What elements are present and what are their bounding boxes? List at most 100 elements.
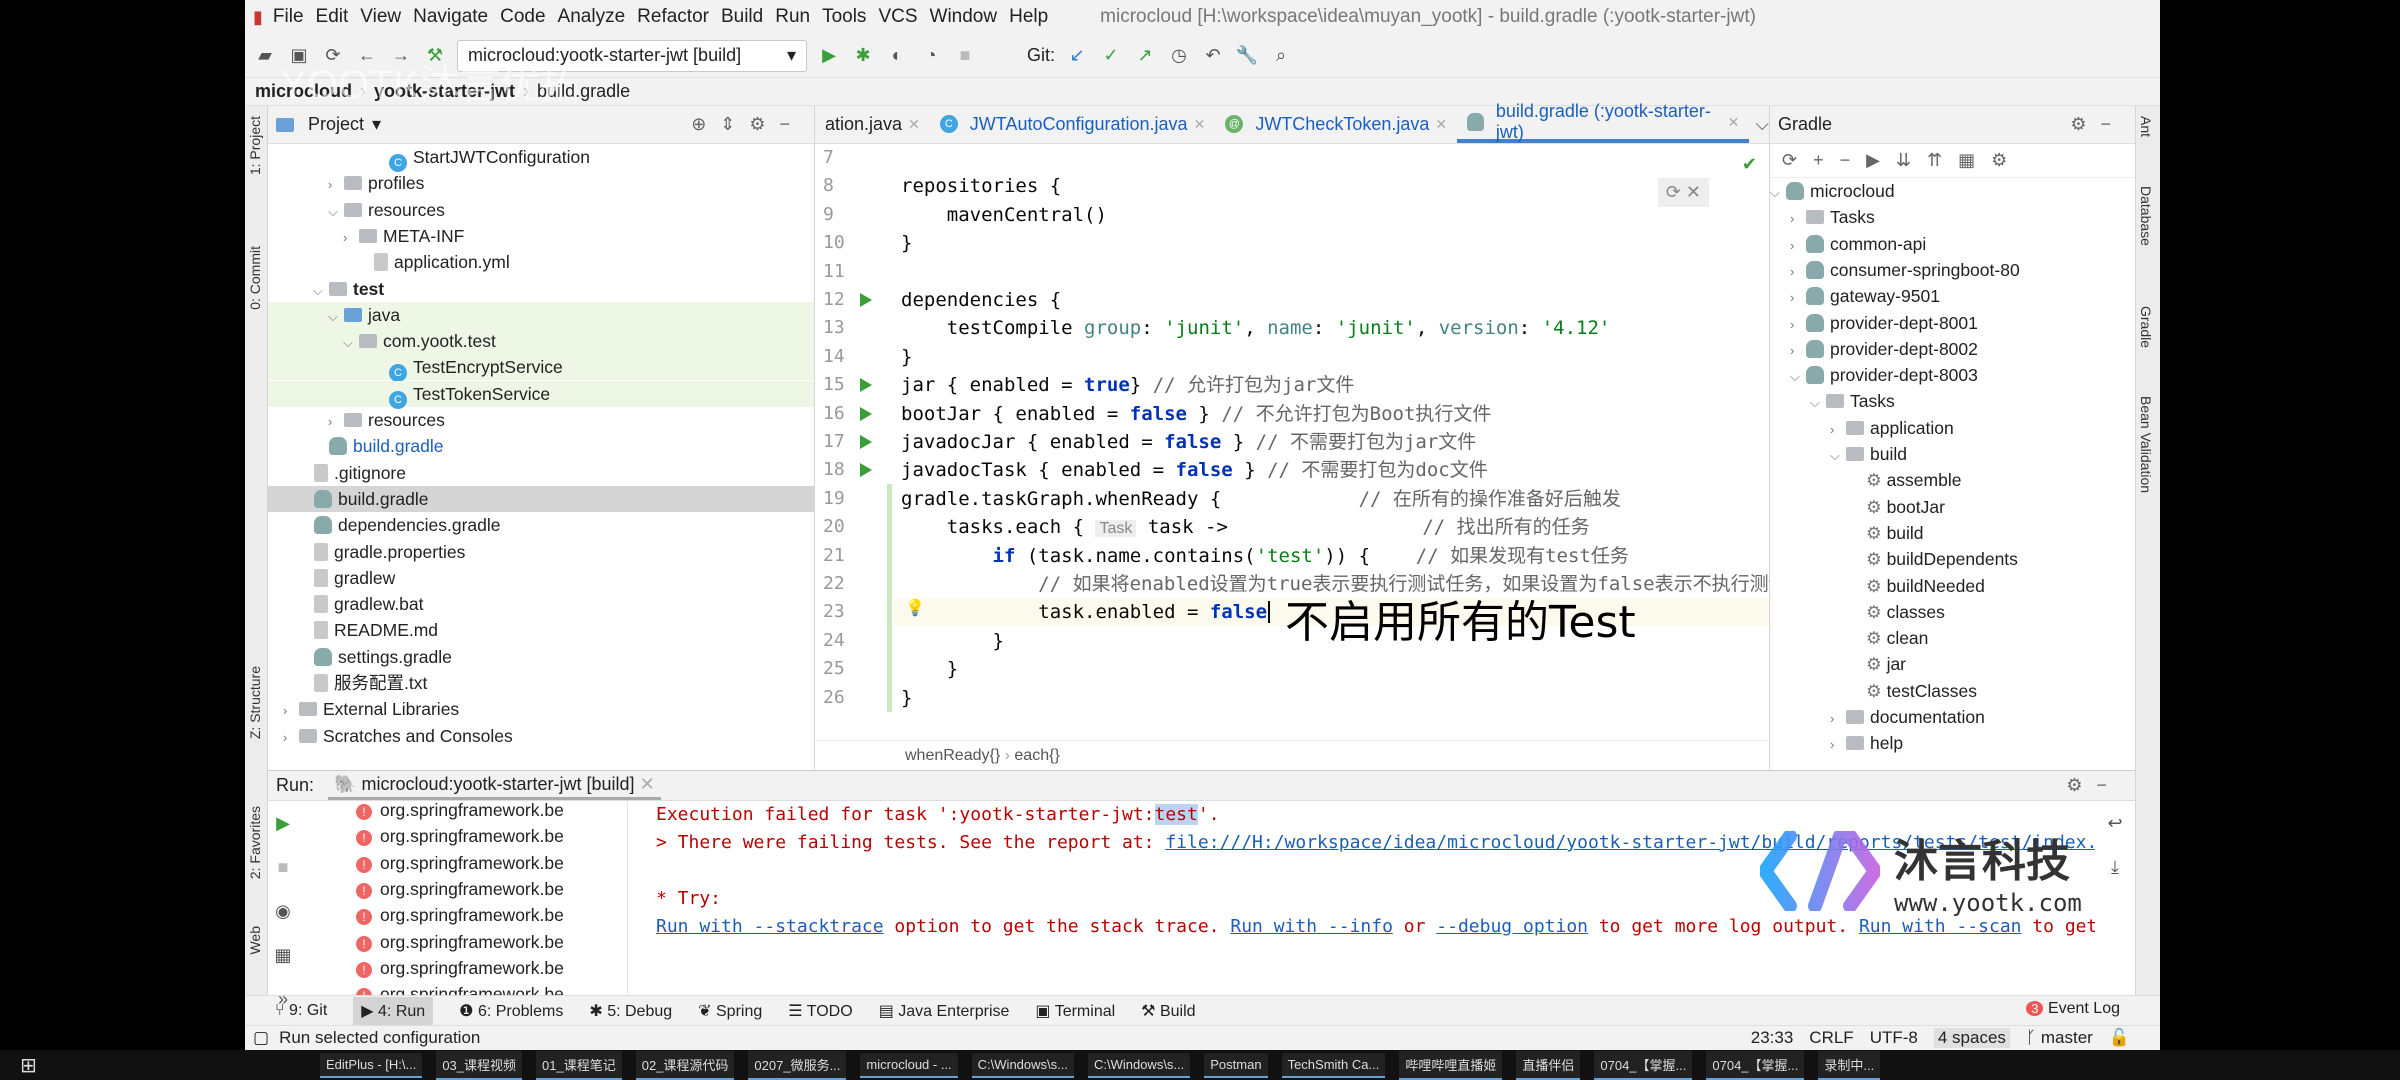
right-tool-2[interactable]: Gradle — [2138, 306, 2154, 348]
chevron-right-icon[interactable]: › — [1790, 312, 1806, 338]
chevron-right-icon[interactable]: › — [1830, 417, 1846, 443]
git-commit-icon[interactable]: ✓ — [1099, 45, 1123, 66]
chevron-down-icon[interactable]: ⌵ — [328, 304, 344, 330]
stacktrace-link[interactable]: Run with --stacktrace — [656, 916, 884, 937]
build-hammer-icon[interactable]: ⚒ — [423, 45, 447, 66]
chevron-down-icon[interactable]: ⌵ — [313, 278, 329, 304]
coverage-icon[interactable]: ◐ — [885, 45, 909, 66]
editor-tab[interactable]: ation.java ✕ — [815, 105, 930, 143]
tree-item[interactable]: ⌵ build — [1770, 441, 2135, 467]
test-result-item[interactable]: ! org.springframework.be — [298, 981, 627, 995]
editor-tab[interactable]: @ JWTCheckToken.java ✕ — [1215, 105, 1457, 143]
tool-todo[interactable]: ☰ TODO — [788, 1001, 852, 1021]
sync-icon[interactable]: ⟳ — [321, 45, 345, 66]
right-tool-0[interactable]: Ant — [2138, 116, 2154, 137]
run-gutter-icon[interactable] — [860, 378, 872, 393]
settings-icon[interactable]: ⚙ — [1991, 150, 2007, 171]
tree-item[interactable]: ⚙ buildDependents — [1770, 546, 2135, 572]
menu-refactor[interactable]: Refactor — [637, 6, 709, 28]
tree-item[interactable]: › Scratches and Consoles — [268, 723, 814, 749]
settings-wrench-icon[interactable]: 🔧 — [1235, 45, 1259, 66]
tree-item[interactable]: ⌵ microcloud — [1770, 178, 2135, 204]
git-push-icon[interactable]: ↗ — [1133, 45, 1157, 66]
tree-item[interactable]: ⚙ jar — [1770, 651, 2135, 677]
close-icon[interactable]: ✕ — [640, 774, 655, 794]
chevron-right-icon[interactable]: › — [1830, 732, 1846, 758]
tree-item[interactable]: ⚙ clean — [1770, 625, 2135, 651]
back-icon[interactable]: ← — [355, 45, 379, 66]
view-options-icon[interactable]: ◉ — [268, 889, 298, 933]
run-tab[interactable]: 🐘 microcloud:yootk-starter-jwt [build] ✕ — [328, 772, 661, 800]
menu-run[interactable]: Run — [775, 6, 810, 28]
close-icon[interactable]: ✕ — [1435, 116, 1447, 133]
chevron-down-icon[interactable]: ▾ — [372, 114, 381, 135]
tree-item[interactable]: ⚙ assemble — [1770, 467, 2135, 493]
chevron-right-icon[interactable]: › — [343, 225, 359, 251]
tree-item[interactable]: › META-INF — [268, 223, 814, 249]
taskbar-item[interactable]: 02_课程源代码 — [635, 1050, 735, 1080]
tree-item[interactable]: › profiles — [268, 170, 814, 196]
chevron-down-icon[interactable]: ⌵ — [343, 330, 359, 356]
tree-item[interactable]: ⚙ build — [1770, 520, 2135, 546]
tree-item[interactable]: › documentation — [1770, 704, 2135, 730]
test-result-item[interactable]: ! org.springframework.be — [298, 801, 627, 823]
menu-help[interactable]: Help — [1009, 6, 1048, 28]
tool-java-enterprise[interactable]: ▤ Java Enterprise — [879, 1001, 1010, 1021]
layout-icon[interactable]: ▦ — [268, 933, 298, 977]
menu-tools[interactable]: Tools — [822, 6, 866, 28]
left-tool-0[interactable]: 1: Project — [247, 116, 263, 175]
taskbar-item[interactable]: 01_课程笔记 — [536, 1050, 622, 1080]
run-gutter-icon[interactable] — [860, 463, 872, 478]
tree-item[interactable]: › gateway-9501 — [1770, 283, 2135, 309]
rerun-icon[interactable]: ▶ — [268, 801, 298, 845]
breadcrumb-item[interactable]: yootk-starter-jwt — [374, 81, 515, 102]
save-icon[interactable]: ▣ — [287, 45, 311, 66]
menu-navigate[interactable]: Navigate — [413, 6, 488, 28]
chevron-right-icon[interactable]: › — [1830, 706, 1846, 732]
tree-item[interactable]: C TestTokenService — [268, 380, 814, 409]
tree-item[interactable]: ⚙ classes — [1770, 599, 2135, 625]
tree-item[interactable]: › provider-dept-8001 — [1770, 310, 2135, 336]
tool-terminal[interactable]: ▣ Terminal — [1035, 1001, 1115, 1021]
tree-item[interactable]: README.md — [268, 617, 814, 643]
tree-item[interactable]: › External Libraries — [268, 696, 814, 722]
tree-item[interactable]: dependencies.gradle — [268, 512, 814, 538]
menu-code[interactable]: Code — [500, 6, 545, 28]
tree-item[interactable]: › provider-dept-8002 — [1770, 336, 2135, 362]
tool-git[interactable]: ⑂ 9: Git — [275, 1002, 327, 1020]
status-toggle-icon[interactable]: ▢ — [253, 1028, 269, 1048]
close-icon[interactable]: ✕ — [1728, 114, 1740, 131]
left-tool-1[interactable]: 0: Commit — [247, 246, 263, 310]
taskbar-item[interactable]: Postman — [1204, 1052, 1268, 1078]
right-tool-1[interactable]: Database — [2138, 186, 2154, 246]
test-result-item[interactable]: ! org.springframework.be — [298, 823, 627, 849]
windows-start-icon[interactable]: ⊞ — [20, 1053, 37, 1078]
chevron-right-icon[interactable]: › — [1790, 259, 1806, 285]
chevron-right-icon[interactable]: › — [1790, 338, 1806, 364]
tree-item[interactable]: 服务配置.txt — [268, 670, 814, 696]
tree-item[interactable]: ⌵ resources — [268, 197, 814, 223]
taskbar-item[interactable]: 0207_微服务... — [748, 1050, 847, 1080]
info-link[interactable]: Run with --info — [1230, 916, 1393, 937]
tree-item[interactable]: settings.gradle — [268, 644, 814, 670]
stop-icon[interactable]: ■ — [953, 45, 977, 66]
execute-task-icon[interactable]: ▶ — [1866, 150, 1880, 171]
taskbar-item[interactable]: 直播伴侣 — [1516, 1050, 1581, 1080]
stop-icon[interactable]: ■ — [268, 845, 298, 889]
project-title[interactable]: Project — [308, 114, 364, 135]
git-update-icon[interactable]: ↙ — [1065, 45, 1089, 66]
reload-icon[interactable]: ⟳ — [1782, 150, 1797, 171]
tree-item[interactable]: gradle.properties — [268, 539, 814, 565]
breadcrumb-item[interactable]: build.gradle — [537, 81, 630, 102]
run-config-select[interactable]: microcloud:yootk-starter-jwt [build] ▾ — [457, 39, 807, 72]
lock-icon[interactable]: 🔓 — [2109, 1028, 2130, 1048]
tree-item[interactable]: ⌵ Tasks — [1770, 388, 2135, 414]
left-tool-4[interactable]: Web — [247, 926, 263, 955]
tool-spring[interactable]: ❦ Spring — [698, 1001, 762, 1021]
menu-edit[interactable]: Edit — [316, 6, 349, 28]
left-tool-3[interactable]: 2: Favorites — [247, 806, 263, 879]
tree-item[interactable]: › help — [1770, 730, 2135, 756]
test-result-item[interactable]: ! org.springframework.be — [298, 850, 627, 876]
tree-item[interactable]: ⚙ bootJar — [1770, 494, 2135, 520]
remove-icon[interactable]: − — [1840, 150, 1851, 171]
